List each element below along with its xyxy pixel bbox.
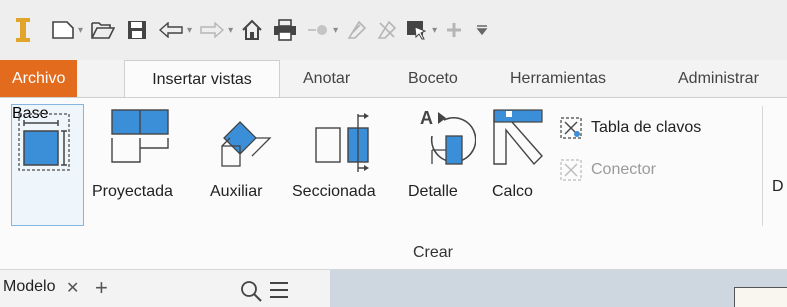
redo-dropdown-icon[interactable]: ▾	[228, 25, 233, 36]
return-icon	[307, 15, 329, 45]
panel-separator	[762, 106, 763, 226]
projected-button[interactable]: Proyectada	[92, 104, 202, 226]
menu-icon[interactable]	[268, 280, 290, 300]
quick-access-toolbar: ▾ ▾ ▾ ▾ ▾	[0, 0, 787, 60]
select-icon[interactable]	[406, 15, 428, 45]
panel-title-crear: Crear	[413, 244, 454, 261]
projected-view-icon	[111, 109, 169, 163]
home-icon[interactable]	[241, 15, 263, 45]
new-icon[interactable]	[52, 15, 74, 45]
open-icon[interactable]	[91, 15, 116, 45]
add-icon	[445, 15, 463, 45]
section-label: Seccionada	[292, 183, 376, 200]
svg-text:A: A	[420, 108, 433, 128]
connector-button: Conector	[559, 158, 656, 182]
tab-herramientas[interactable]: Herramientas	[510, 60, 606, 97]
detail-button[interactable]: A Detalle	[404, 104, 488, 226]
new-dropdown-icon[interactable]: ▾	[78, 25, 83, 36]
overlay-view-icon	[493, 109, 543, 166]
close-tab-icon[interactable]: ✕	[66, 278, 79, 298]
undo-icon[interactable]	[159, 15, 183, 45]
auxiliary-button[interactable]: Auxiliar	[208, 104, 286, 226]
nail-table-label: Tabla de clavos	[591, 119, 702, 136]
undo-dropdown-icon[interactable]: ▾	[187, 25, 192, 36]
redo-icon	[200, 15, 225, 45]
auxiliary-view-icon	[221, 121, 272, 167]
search-icon[interactable]	[240, 280, 262, 302]
model-browser-bar: Modelo ✕ +	[0, 269, 330, 307]
auxiliary-label: Auxiliar	[210, 183, 263, 200]
connector-icon	[560, 159, 582, 181]
update-icon	[346, 15, 368, 45]
projected-label: Proyectada	[92, 183, 173, 200]
tab-insertar-vistas[interactable]: Insertar vistas	[124, 60, 280, 98]
tab-administrar[interactable]: Administrar	[678, 60, 759, 97]
model-tab-label[interactable]: Modelo	[3, 278, 55, 296]
section-button[interactable]: Seccionada	[290, 104, 402, 226]
ribbon-tabs: Archivo Insertar vistas Anotar Boceto He…	[0, 60, 787, 98]
base-button[interactable]: Base	[11, 104, 84, 226]
tab-boceto[interactable]: Boceto	[408, 60, 458, 97]
select-dropdown-icon[interactable]: ▾	[432, 25, 437, 36]
app-logo-icon[interactable]	[12, 15, 34, 45]
overlay-button[interactable]: Calco	[488, 104, 550, 226]
drawing-sheet	[734, 287, 787, 307]
base-view-icon	[18, 113, 70, 171]
next-panel-label: D	[772, 178, 784, 195]
detail-label: Detalle	[408, 183, 458, 200]
tab-archivo[interactable]: Archivo	[0, 60, 78, 97]
nail-table-icon	[560, 117, 582, 139]
customize-icon[interactable]	[475, 15, 489, 45]
connector-label: Conector	[591, 161, 656, 178]
print-icon[interactable]	[273, 15, 297, 45]
graphics-canvas[interactable]	[330, 269, 787, 307]
add-tab-icon[interactable]: +	[95, 275, 108, 301]
rebuild-icon	[376, 15, 398, 45]
section-view-icon	[315, 113, 369, 172]
save-icon[interactable]	[127, 15, 147, 45]
return-dropdown-icon[interactable]: ▾	[333, 25, 338, 36]
ribbon-panel: Base Proyectada Auxiliar Seccionada A De…	[0, 97, 787, 269]
tab-anotar[interactable]: Anotar	[303, 60, 350, 97]
nail-table-button[interactable]: Tabla de clavos	[559, 116, 701, 140]
overlay-label: Calco	[492, 183, 533, 200]
detail-view-icon: A	[420, 108, 476, 165]
